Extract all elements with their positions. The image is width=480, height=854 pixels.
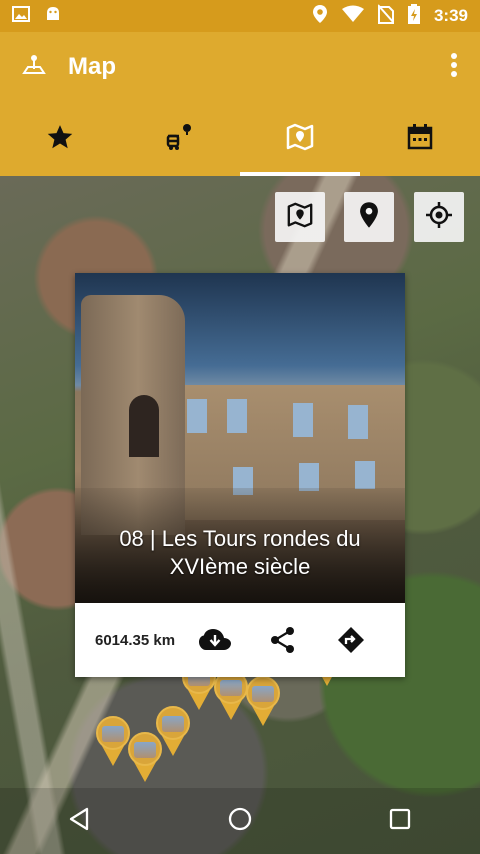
location-icon [312, 4, 328, 29]
app-bar: Map [0, 32, 480, 102]
battery-charging-icon [407, 3, 420, 29]
share-button[interactable] [249, 626, 317, 654]
tab-favorites[interactable] [0, 102, 120, 176]
poi-distance: 6014.35 km [95, 631, 176, 649]
poi-card[interactable]: 08 | Les Tours rondes du XVIème siècle 6… [75, 273, 405, 677]
my-location-icon [425, 201, 453, 234]
map-layers-button[interactable] [275, 192, 325, 242]
map-pin-base-icon [22, 53, 46, 82]
my-location-button[interactable] [414, 192, 464, 242]
map-pin[interactable] [246, 676, 280, 726]
map-pin[interactable] [214, 670, 248, 720]
map-icon [285, 122, 315, 157]
tab-bar [0, 102, 480, 176]
image-icon [12, 5, 30, 28]
tab-routes[interactable] [120, 102, 240, 176]
status-time: 3:39 [433, 6, 468, 25]
map-layers-icon [286, 201, 314, 234]
route-icon [165, 122, 195, 157]
download-icon [199, 629, 231, 650]
map-pin[interactable] [128, 732, 162, 782]
satellite-map[interactable]: 08 | Les Tours rondes du XVIème siècle 6… [0, 176, 480, 854]
calendar-icon [406, 123, 434, 156]
tab-calendar[interactable] [360, 102, 480, 176]
place-pin-icon [358, 201, 380, 234]
system-nav-bar [0, 788, 480, 854]
poi-photo: 08 | Les Tours rondes du XVIème siècle [75, 273, 405, 603]
star-icon [46, 123, 74, 156]
android-icon [44, 5, 62, 28]
home-icon[interactable] [227, 806, 253, 837]
recents-icon[interactable] [387, 806, 413, 837]
directions-button[interactable] [317, 626, 385, 654]
tab-map[interactable] [240, 102, 360, 176]
more-vertical-icon[interactable] [450, 52, 458, 83]
no-sim-icon [377, 3, 395, 29]
share-icon [271, 627, 294, 653]
map-pin[interactable] [96, 716, 130, 766]
poi-title: 08 | Les Tours rondes du XVIème siècle [119, 526, 361, 579]
page-title: Map [68, 53, 116, 80]
poi-card-footer: 6014.35 km [75, 603, 405, 677]
wifi-icon [341, 5, 364, 28]
place-pin-button[interactable] [344, 192, 394, 242]
status-bar: 3:39 [0, 0, 480, 32]
directions-icon [338, 627, 364, 653]
download-button[interactable] [181, 628, 249, 652]
back-icon[interactable] [67, 806, 93, 837]
